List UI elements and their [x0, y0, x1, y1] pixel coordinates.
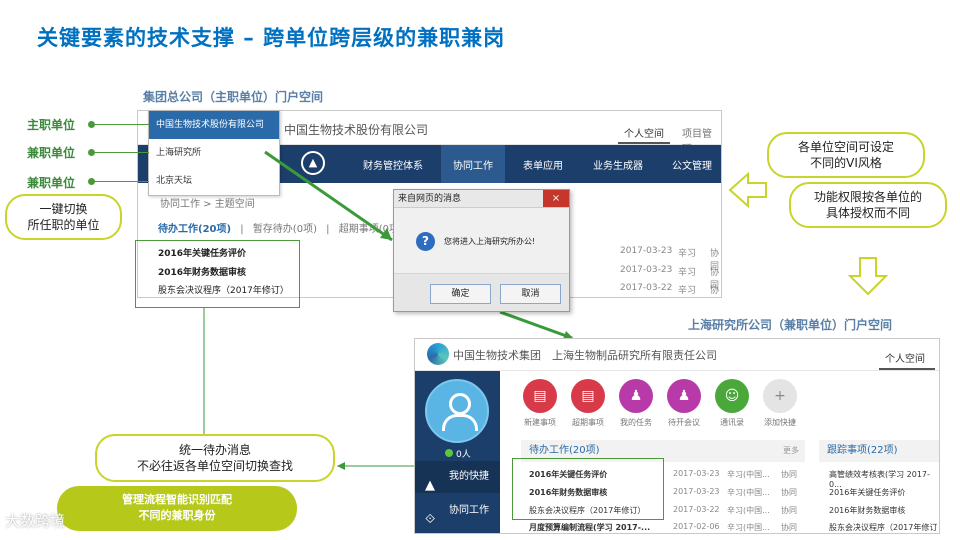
- todo-highlight: [135, 240, 300, 308]
- compass-icon: ▲: [301, 151, 325, 175]
- dropdown-item-shanghai[interactable]: 上海研究所: [149, 139, 279, 167]
- row-sender: 辛习(中国...: [727, 470, 770, 479]
- track-row[interactable]: 高管绩效考核表(学习 2017-0...: [829, 469, 939, 489]
- row-date: 2017-03-22: [673, 505, 720, 514]
- org-name: 中国生物技术股份有限公司: [284, 123, 429, 137]
- tab-underline: [618, 142, 670, 144]
- sidebar: 0人 ▲ 我的快捷 ⟐ 协同工作: [415, 371, 500, 533]
- nav-biz[interactable]: 业务生成器: [593, 157, 643, 172]
- row-date: 2017-03-22: [620, 283, 673, 293]
- nav-forms[interactable]: 表单应用: [523, 157, 563, 172]
- quick-label: 新建事项: [524, 418, 556, 427]
- row-sender: 辛习: [678, 268, 697, 278]
- breadcrumb: 协同工作 > 主题空间: [160, 199, 255, 210]
- row-date: 2017-03-23: [620, 265, 673, 275]
- connector-line: [93, 152, 149, 153]
- row-type: 协同: [710, 286, 720, 296]
- sidebar-item-label: 我的快捷: [449, 471, 489, 482]
- more-link[interactable]: 更多: [783, 440, 799, 462]
- process-pill: 管理流程智能识别匹配 不同的兼职身份: [57, 486, 297, 531]
- dialog-message: 您将进入上海研究所办公!: [444, 237, 536, 246]
- quick-label: 添加快捷: [764, 418, 796, 427]
- row-date: 2017-03-23: [620, 246, 673, 256]
- meeting-icon[interactable]: ♟: [667, 379, 701, 413]
- share-icon: ⟐: [425, 512, 436, 527]
- row-date: 2017-02-06: [673, 522, 720, 531]
- dialog-title: 来自网页的消息: [398, 194, 462, 204]
- todo-tabs: 待办工作(20项) | 暂存待办(0项) | 超期事项(0项): [158, 224, 403, 235]
- row-sender: 辛习(中国...: [727, 488, 770, 497]
- todo-highlight-2: [512, 458, 664, 520]
- row-sender: 辛习(中国...: [727, 506, 770, 515]
- table-row[interactable]: 月度预算编制流程(学习 2017-...: [529, 522, 650, 533]
- message-dialog: 来自网页的消息 × ? 您将进入上海研究所办公! 确定 取消: [393, 189, 570, 312]
- track-pane-header[interactable]: 跟踪事项(22项): [819, 440, 939, 462]
- quick-label: 待开会议: [668, 418, 700, 427]
- add-icon[interactable]: +: [763, 379, 797, 413]
- sidebar-item-label: 协同工作: [449, 505, 489, 516]
- row-date: 2017-03-23: [673, 469, 720, 478]
- group-portal-caption: 集团总公司（主职单位）门户空间: [143, 90, 324, 104]
- status-icon: [445, 449, 453, 457]
- task-icon[interactable]: ♟: [619, 379, 653, 413]
- row-type: 协同: [781, 523, 797, 532]
- nav-finance[interactable]: 财务管控体系: [363, 157, 423, 172]
- tab-draft[interactable]: 暂存待办(0项): [253, 224, 317, 235]
- todo-pane-title[interactable]: 待办工作(20项): [529, 445, 600, 456]
- left-arrow-icon: [728, 172, 767, 208]
- quick-label: 我的任务: [620, 418, 652, 427]
- online-count: 0人: [445, 447, 471, 460]
- row-sender: 辛习: [678, 286, 697, 296]
- logo-icon: [427, 343, 449, 365]
- new-item-icon[interactable]: ▤: [523, 379, 557, 413]
- row-type: 协同: [781, 506, 797, 515]
- tab-todo[interactable]: 待办工作(20项): [158, 224, 231, 235]
- sidebar-item-collab[interactable]: ⟐ 协同工作: [415, 495, 500, 527]
- bubble-permissions: 功能权限按各单位的 具体授权而不同: [789, 182, 947, 228]
- connector-line: [93, 181, 149, 182]
- track-row[interactable]: 2016年财务数据审核: [829, 505, 905, 516]
- track-row[interactable]: 2016年关键任务评价: [829, 487, 905, 498]
- question-icon: ?: [416, 232, 435, 251]
- shanghai-portal-caption: 上海研究所公司（兼职单位）门户空间: [688, 318, 893, 332]
- row-sender: 辛习: [678, 249, 697, 259]
- row-type: 协同: [781, 488, 797, 497]
- tab-underline: [879, 368, 935, 370]
- row-type: 协同: [781, 470, 797, 479]
- contacts-icon[interactable]: ☺: [715, 379, 749, 413]
- ok-button[interactable]: 确定: [430, 284, 491, 304]
- label-part-unit-1: 兼职单位: [27, 146, 76, 160]
- connector-line: [93, 124, 149, 125]
- row-sender: 辛习(中国...: [727, 523, 770, 532]
- count-text: 0人: [456, 450, 471, 460]
- slide-title: 关键要素的技术支撑 – 跨单位跨层级的兼职兼岗: [37, 26, 506, 50]
- overdue-icon[interactable]: ▤: [571, 379, 605, 413]
- avatar[interactable]: [425, 379, 489, 443]
- track-row[interactable]: 股东会决议程序（2017年修订: [829, 522, 937, 533]
- unit-name: 上海生物制品研究所有限责任公司: [552, 349, 717, 362]
- tab-personal-space[interactable]: 个人空间: [624, 125, 664, 140]
- nav-docs[interactable]: 公文管理: [672, 157, 712, 172]
- close-icon[interactable]: ×: [543, 190, 569, 207]
- dropdown-item-primary[interactable]: 中国生物技术股份有限公司: [149, 111, 279, 139]
- down-arrow-icon: [848, 257, 888, 296]
- row-date: 2017-03-23: [673, 487, 720, 496]
- quick-label: 超期事项: [572, 418, 604, 427]
- bubble-unified-todo: 统一待办消息 不必往返各单位空间切换查找: [95, 434, 335, 482]
- label-primary-unit: 主职单位: [27, 118, 76, 132]
- bubble-switch: 一键切换 所任职的单位: [5, 194, 122, 240]
- shanghai-portal-screenshot: 中国生物技术集团 上海生物制品研究所有限责任公司 个人空间 0人 ▲ 我的快捷 ⟐…: [414, 338, 940, 534]
- cancel-button[interactable]: 取消: [500, 284, 561, 304]
- bubble-vi: 各单位空间可设定 不同的VI风格: [767, 132, 925, 178]
- group-name: 中国生物技术集团: [453, 349, 541, 362]
- watermark: 大数跨境: [5, 512, 66, 530]
- tab-personal-space[interactable]: 个人空间: [885, 350, 925, 365]
- quick-label: 通讯录: [720, 418, 744, 427]
- sidebar-item-shortcuts[interactable]: ▲ 我的快捷: [415, 461, 500, 493]
- nav-collab[interactable]: 协同工作: [453, 157, 493, 172]
- dropdown-item-beijing[interactable]: 北京天坛: [149, 167, 279, 195]
- label-part-unit-2: 兼职单位: [27, 176, 76, 190]
- unit-switch-dropdown[interactable]: 中国生物技术股份有限公司 上海研究所 北京天坛: [148, 110, 280, 196]
